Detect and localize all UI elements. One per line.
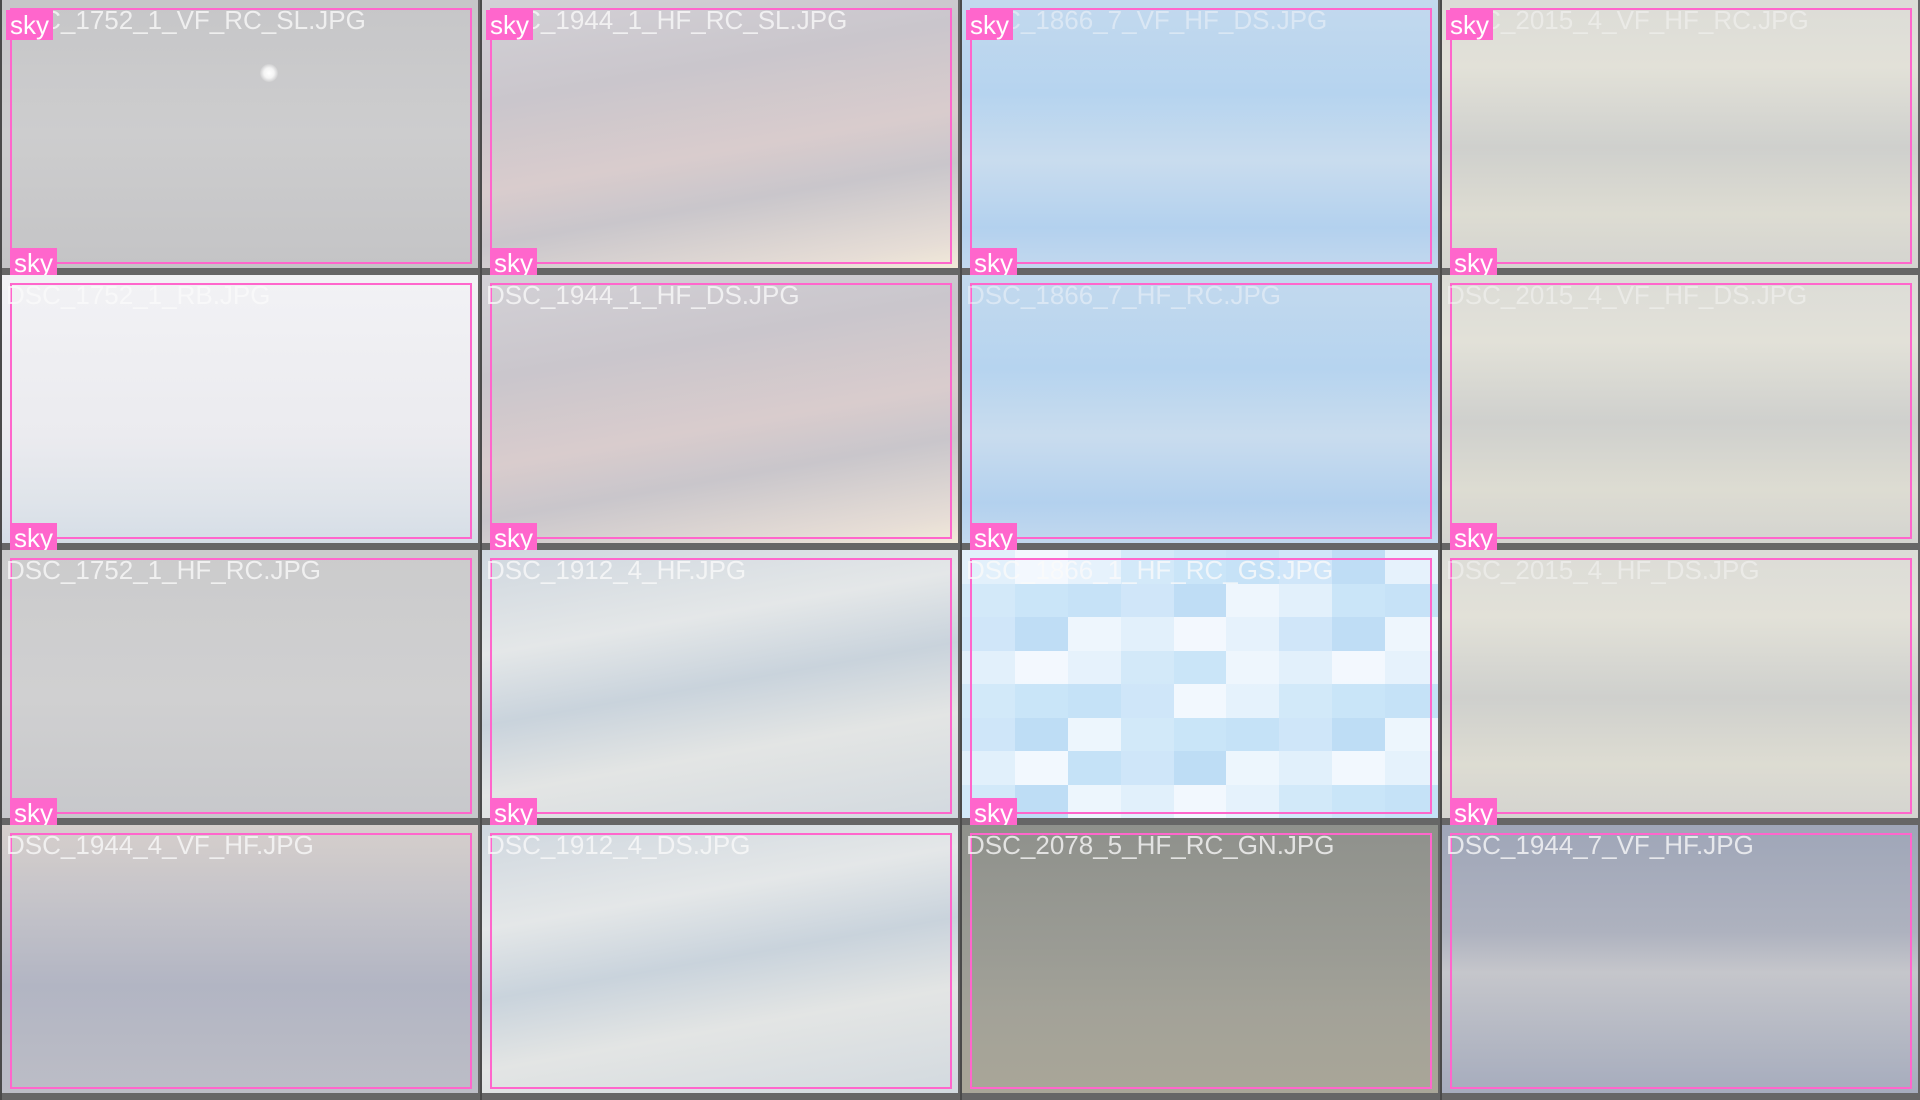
sky-photo [482, 550, 958, 818]
sky-photo [482, 825, 958, 1093]
thumbnail-tile[interactable]: DSC_1944_4_VF_HF.JPG [0, 825, 480, 1100]
filename-label: DSC_1944_4_VF_HF.JPG [6, 830, 314, 860]
sky-photo [1442, 275, 1918, 543]
cloud-texture [1442, 275, 1918, 543]
cloud-texture [482, 0, 958, 268]
class-label-bottom: sky [490, 248, 537, 275]
class-label-bottom: sky [1450, 248, 1497, 275]
cloud-texture [962, 275, 1438, 543]
cloud-texture [1442, 825, 1918, 1093]
cloud-texture [482, 825, 958, 1093]
filename-label: DSC_1866_1_HF_RC_GS.JPG [966, 555, 1334, 585]
cloud-texture [2, 550, 478, 818]
class-label-top: sky [486, 10, 533, 40]
thumbnail-tile[interactable]: DSC_1866_1_HF_RC_GS.JPGsky [960, 550, 1440, 825]
class-label-top: sky [6, 10, 53, 40]
thumbnail-tile[interactable]: DSC_2078_5_HF_RC_GN.JPG [960, 825, 1440, 1100]
cloud-texture [2, 275, 478, 543]
filename-label: DSC_2015_4_HF_DS.JPG [1446, 555, 1760, 585]
cloud-texture [962, 825, 1438, 1093]
filename-label: DSC_1866_7_HF_RC.JPG [966, 280, 1282, 310]
thumbnail-tile[interactable]: DSC_1912_4_DS.JPG [480, 825, 960, 1100]
filename-label: DSC_2015_4_VF_HF_RC.JPG [1446, 5, 1809, 35]
sky-photo [1442, 825, 1918, 1093]
class-label-bottom: sky [10, 798, 57, 825]
filename-label: DSC_1944_7_VF_HF.JPG [1446, 830, 1754, 860]
cloud-texture [482, 275, 958, 543]
filename-label: DSC_1866_7_VF_HF_DS.JPG [966, 5, 1328, 35]
filename-label: DSC_1752_1_RB.JPG [6, 280, 271, 310]
sky-photo [2, 0, 478, 268]
thumbnail-tile[interactable]: DSC_2015_4_VF_HF_RC.JPG sky sky [1440, 0, 1920, 275]
class-label-bottom: sky [490, 523, 537, 550]
thumbnail-tile[interactable]: DSC_2015_4_HF_DS.JPGsky [1440, 550, 1920, 825]
thumbnail-tile[interactable]: DSC_1752_1_RB.JPGsky [0, 275, 480, 550]
thumbnail-tile[interactable]: DSC_1866_7_VF_HF_DS.JPG sky sky [960, 0, 1440, 275]
filename-label: DSC_1912_4_DS.JPG [486, 830, 751, 860]
sky-photo [962, 550, 1438, 818]
sun-icon [260, 64, 278, 82]
class-label-bottom: sky [490, 798, 537, 825]
filename-label: DSC_2078_5_HF_RC_GN.JPG [966, 830, 1335, 860]
sky-photo [1442, 0, 1918, 268]
image-grid: DSC_1752_1_VF_RC_SL.JPG sky sky DSC_1944_1_… [0, 0, 1920, 1100]
thumbnail-tile[interactable]: DSC_1752_1_HF_RC.JPGsky [0, 550, 480, 825]
class-label-bottom: sky [1450, 798, 1497, 825]
cloud-texture [962, 0, 1438, 268]
class-label-top: sky [1446, 10, 1493, 40]
thumbnail-tile[interactable]: DSC_2015_4_VF_HF_DS.JPGsky [1440, 275, 1920, 550]
sky-photo [962, 825, 1438, 1093]
class-label-bottom: sky [970, 248, 1017, 275]
thumbnail-tile[interactable]: DSC_1866_7_HF_RC.JPGsky [960, 275, 1440, 550]
sky-photo [962, 0, 1438, 268]
class-label-bottom: sky [970, 523, 1017, 550]
thumbnail-tile[interactable]: DSC_1944_7_VF_HF.JPG [1440, 825, 1920, 1100]
filename-label: DSC_1944_1_HF_DS.JPG [486, 280, 800, 310]
filename-label: DSC_1912_4_HF.JPG [486, 555, 747, 585]
cloud-texture [2, 825, 478, 1093]
pixel-mosaic [962, 550, 1438, 818]
class-label-bottom: sky [10, 248, 57, 275]
cloud-texture [2, 0, 478, 268]
sky-photo [482, 0, 958, 268]
sky-photo [2, 550, 478, 818]
class-label-bottom: sky [10, 523, 57, 550]
filename-label: DSC_1752_1_VF_RC_SL.JPG [6, 5, 366, 35]
filename-label: DSC_1944_1_HF_RC_SL.JPG [486, 5, 848, 35]
cloud-texture [1442, 550, 1918, 818]
sky-photo [962, 275, 1438, 543]
sky-photo [482, 275, 958, 543]
class-label-bottom: sky [1450, 523, 1497, 550]
cloud-texture [482, 550, 958, 818]
thumbnail-tile[interactable]: DSC_1944_1_HF_RC_SL.JPG sky sky [480, 0, 960, 275]
sky-photo [1442, 550, 1918, 818]
cloud-texture [1442, 0, 1918, 268]
thumbnail-tile[interactable]: DSC_1912_4_HF.JPGsky [480, 550, 960, 825]
sky-photo [2, 275, 478, 543]
thumbnail-tile[interactable]: DSC_1752_1_VF_RC_SL.JPG sky sky [0, 0, 480, 275]
thumbnail-tile[interactable]: DSC_1944_1_HF_DS.JPGsky [480, 275, 960, 550]
class-label-top: sky [966, 10, 1013, 40]
filename-label: DSC_2015_4_VF_HF_DS.JPG [1446, 280, 1808, 310]
class-label-bottom: sky [970, 798, 1017, 825]
filename-label: DSC_1752_1_HF_RC.JPG [6, 555, 322, 585]
sky-photo [2, 825, 478, 1093]
